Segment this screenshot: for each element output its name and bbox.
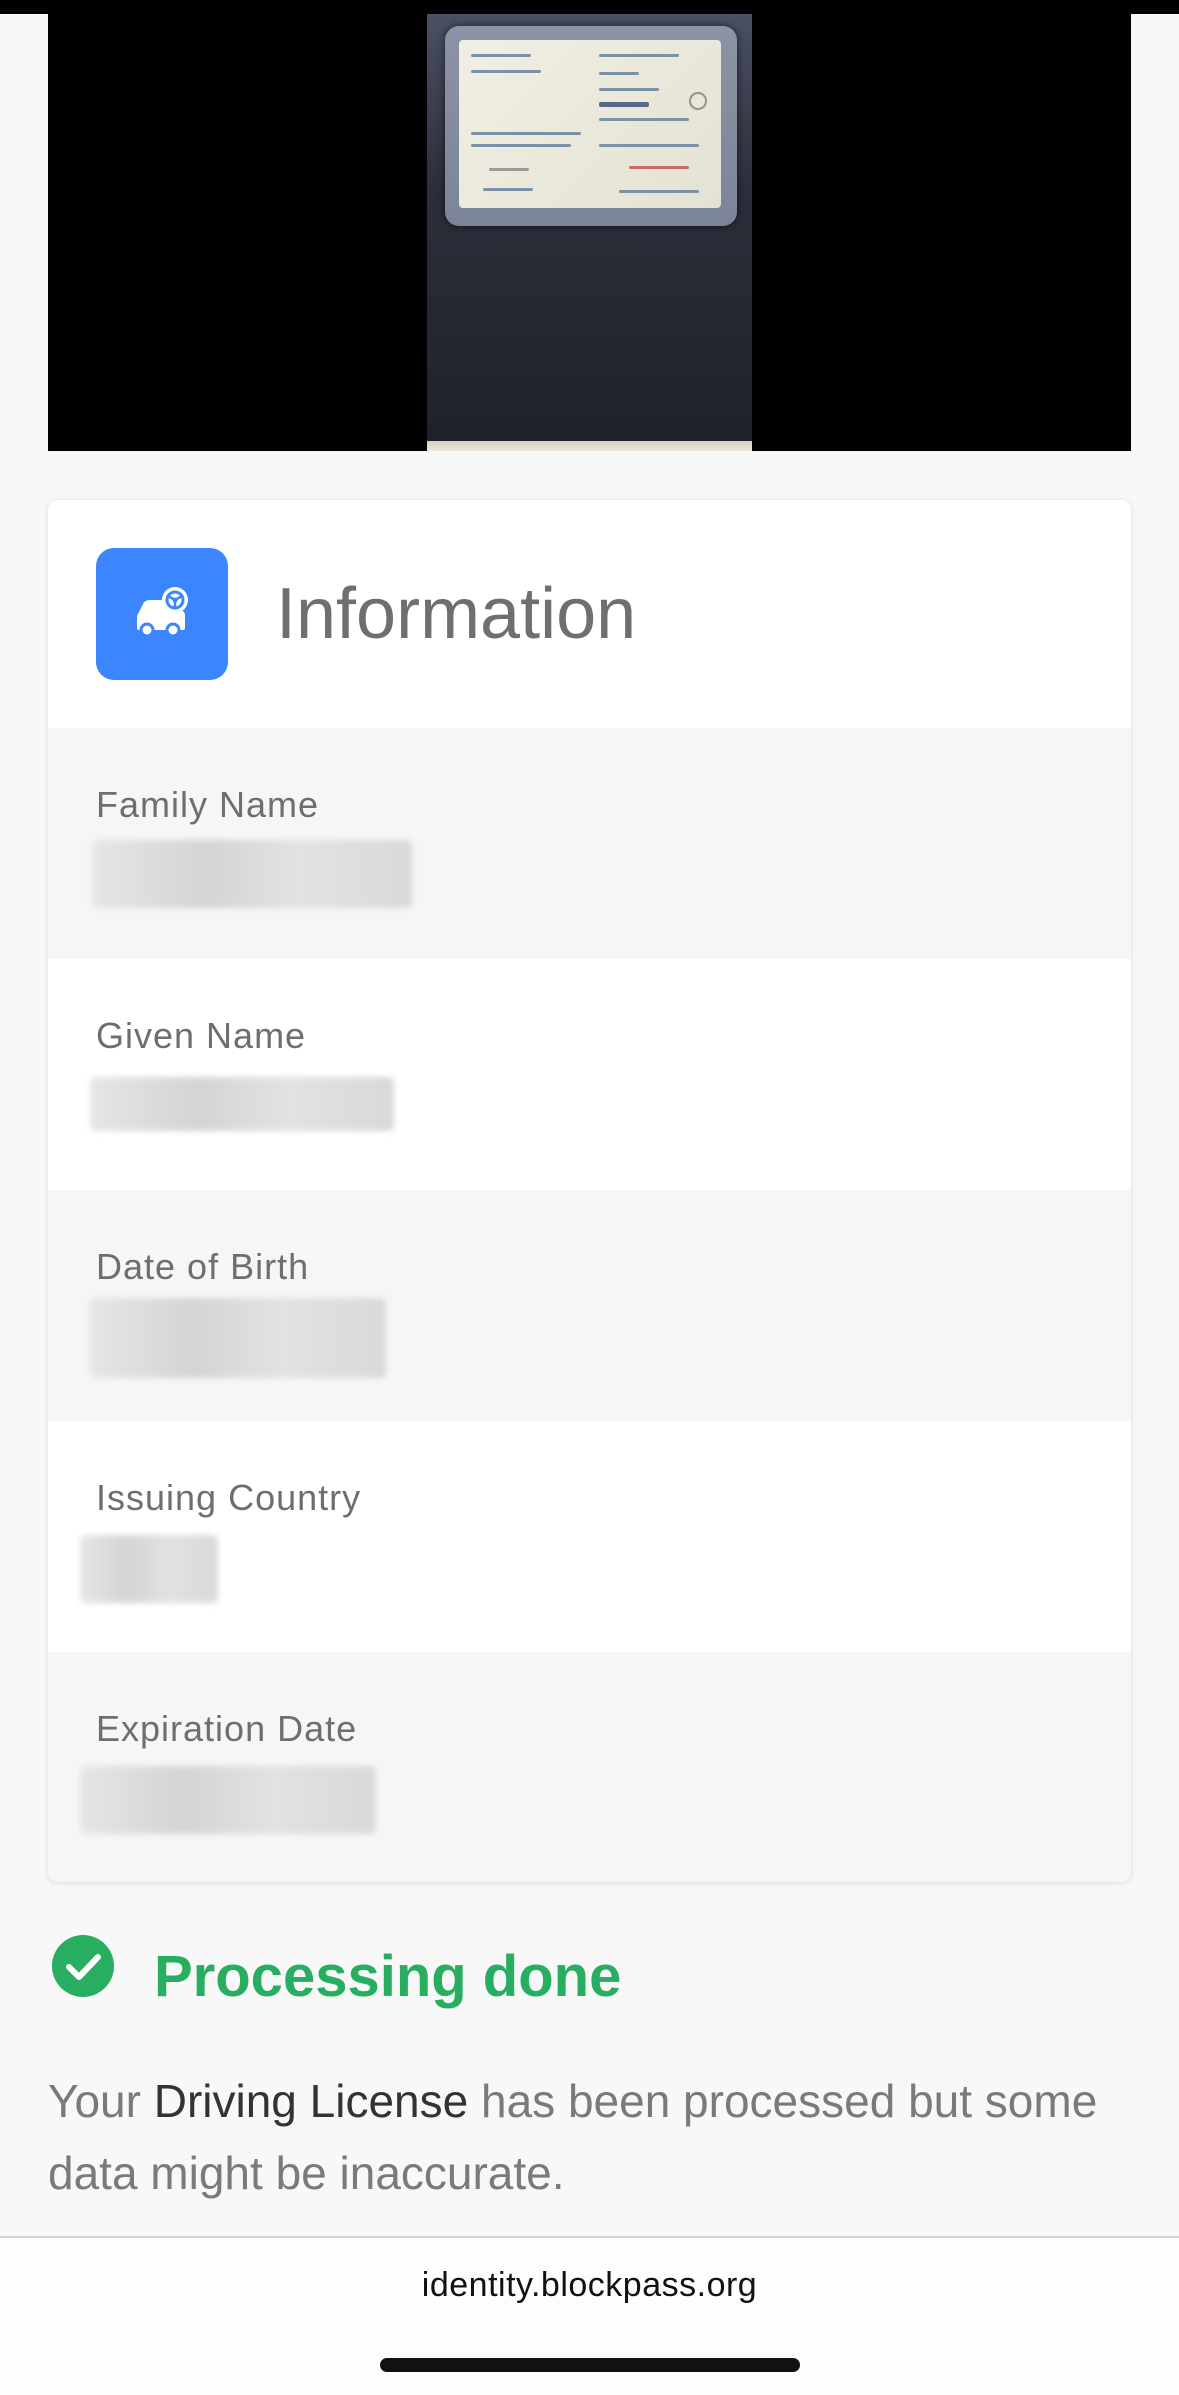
license-card-image (459, 40, 721, 208)
redacted-value (80, 1535, 218, 1603)
license-sleeve (445, 26, 737, 226)
home-indicator[interactable] (380, 2358, 800, 2372)
message-prefix: Your (48, 2075, 154, 2127)
status-text: Processing done (154, 1944, 622, 2009)
redacted-value (90, 1298, 386, 1378)
field-family-name: Family Name (48, 728, 1131, 959)
check-circle-icon (52, 1935, 114, 1997)
field-label: Given Name (96, 1015, 307, 1056)
paper-edge (427, 441, 752, 451)
redacted-value (92, 840, 412, 908)
browser-bottom-bar: identity.blockpass.org (0, 2236, 1179, 2395)
car-license-icon (96, 548, 228, 680)
field-given-name: Given Name (48, 959, 1131, 1190)
field-expiration-date: Expiration Date (48, 1652, 1131, 1882)
field-label: Issuing Country (96, 1477, 362, 1518)
document-photo (427, 14, 752, 451)
field-label: Expiration Date (96, 1708, 358, 1749)
information-card: Information Family Name Given Name Date … (48, 500, 1131, 1882)
information-title: Information (276, 574, 637, 654)
status-message: Your Driving License has been processed … (48, 2065, 1108, 2209)
document-type: Driving License (153, 2075, 469, 2127)
field-label: Family Name (96, 784, 320, 825)
redacted-value (90, 1077, 394, 1131)
field-issuing-country: Issuing Country (48, 1421, 1131, 1652)
redacted-value (80, 1766, 376, 1834)
top-edge (0, 0, 1179, 14)
url-label[interactable]: identity.blockpass.org (0, 2266, 1179, 2305)
document-photo-frame (48, 14, 1131, 451)
field-date-of-birth: Date of Birth (48, 1190, 1131, 1421)
information-header: Information (48, 500, 1131, 728)
field-label: Date of Birth (96, 1246, 310, 1287)
